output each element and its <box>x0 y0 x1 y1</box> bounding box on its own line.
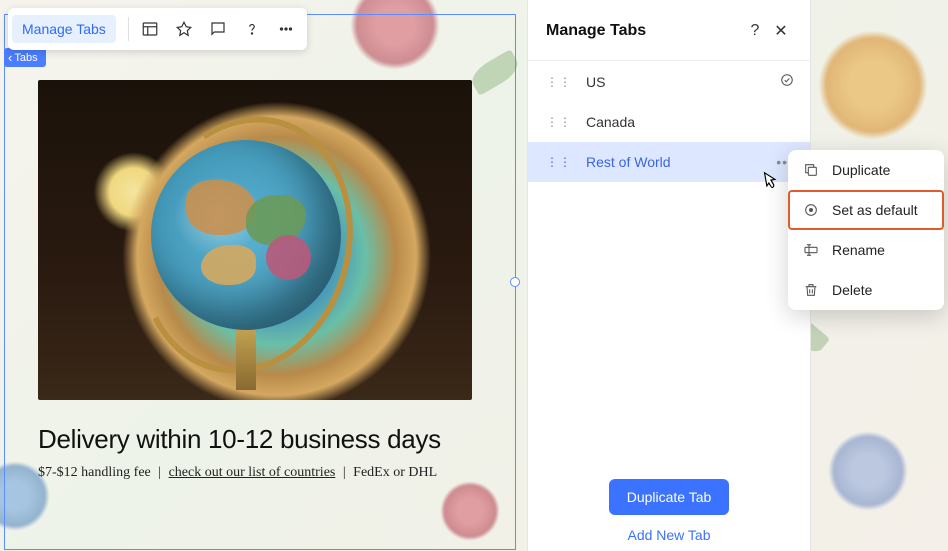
manage-tabs-chip[interactable]: Manage Tabs <box>12 15 116 43</box>
rename-icon <box>802 241 820 259</box>
tab-label: US <box>586 74 780 90</box>
ctx-label: Delete <box>832 282 872 298</box>
drag-handle-icon[interactable]: ⋮⋮ <box>546 155 572 169</box>
manage-tabs-chip-label: Manage Tabs <box>22 21 106 37</box>
default-badge-icon <box>780 73 794 90</box>
help-icon[interactable] <box>235 12 269 46</box>
sub-fee: $7-$12 handling fee <box>38 465 151 480</box>
drag-handle-icon[interactable]: ⋮⋮ <box>546 75 572 89</box>
tab-item-canada[interactable]: ⋮⋮ Canada <box>528 102 810 142</box>
tab-item-rest-of-world[interactable]: ⋮⋮ Rest of World ••• <box>528 142 810 182</box>
duplicate-icon <box>802 161 820 179</box>
more-icon[interactable] <box>269 12 303 46</box>
add-new-tab-label: Add New Tab <box>627 527 710 543</box>
add-new-tab-button[interactable]: Add New Tab <box>627 527 710 543</box>
tab-label: Canada <box>586 114 794 130</box>
panel-help-icon[interactable]: ? <box>742 18 768 44</box>
separator: | <box>158 465 161 480</box>
content-headline: Delivery within 10-12 business days <box>38 424 472 455</box>
countries-link[interactable]: check out our list of countries <box>169 465 336 480</box>
duplicate-tab-button[interactable]: Duplicate Tab <box>609 479 730 515</box>
ctx-label: Set as default <box>832 202 918 218</box>
separator: | <box>343 465 346 480</box>
ctx-duplicate[interactable]: Duplicate <box>788 150 944 190</box>
set-default-icon <box>802 201 820 219</box>
tab-label: Rest of World <box>586 154 776 170</box>
ctx-delete[interactable]: Delete <box>788 270 944 310</box>
content-subline: $7-$12 handling fee | check out our list… <box>38 465 472 481</box>
tab-item-us[interactable]: ⋮⋮ US <box>528 61 810 102</box>
ctx-label: Rename <box>832 242 885 258</box>
resize-handle-right[interactable] <box>510 277 520 287</box>
delete-icon <box>802 281 820 299</box>
animation-icon[interactable] <box>167 12 201 46</box>
panel-close-icon[interactable]: ✕ <box>768 18 794 44</box>
tab-context-menu: Duplicate Set as default Rename Delete <box>788 150 944 310</box>
layout-icon[interactable] <box>133 12 167 46</box>
element-toolbar: Manage Tabs <box>8 8 307 50</box>
drag-handle-icon[interactable]: ⋮⋮ <box>546 115 572 129</box>
comment-icon[interactable] <box>201 12 235 46</box>
manage-tabs-panel: Manage Tabs ? ✕ ⋮⋮ US ⋮⋮ Canada ⋮⋮ Rest … <box>528 0 810 551</box>
ctx-set-default[interactable]: Set as default <box>788 190 944 230</box>
selection-badge-label: Tabs <box>14 52 37 64</box>
panel-title: Manage Tabs <box>546 22 742 40</box>
tab-content-rest-of-world: Delivery within 10-12 business days $7-$… <box>38 80 472 481</box>
toolbar-divider <box>128 17 129 41</box>
selection-badge[interactable]: Tabs <box>4 48 46 67</box>
ctx-rename[interactable]: Rename <box>788 230 944 270</box>
duplicate-tab-label: Duplicate Tab <box>627 489 712 505</box>
panel-header: Manage Tabs ? ✕ <box>528 0 810 61</box>
hero-image-globe <box>38 80 472 400</box>
ctx-label: Duplicate <box>832 162 890 178</box>
panel-footer: Duplicate Tab Add New Tab <box>528 465 810 551</box>
sub-carrier: FedEx or DHL <box>353 465 437 480</box>
